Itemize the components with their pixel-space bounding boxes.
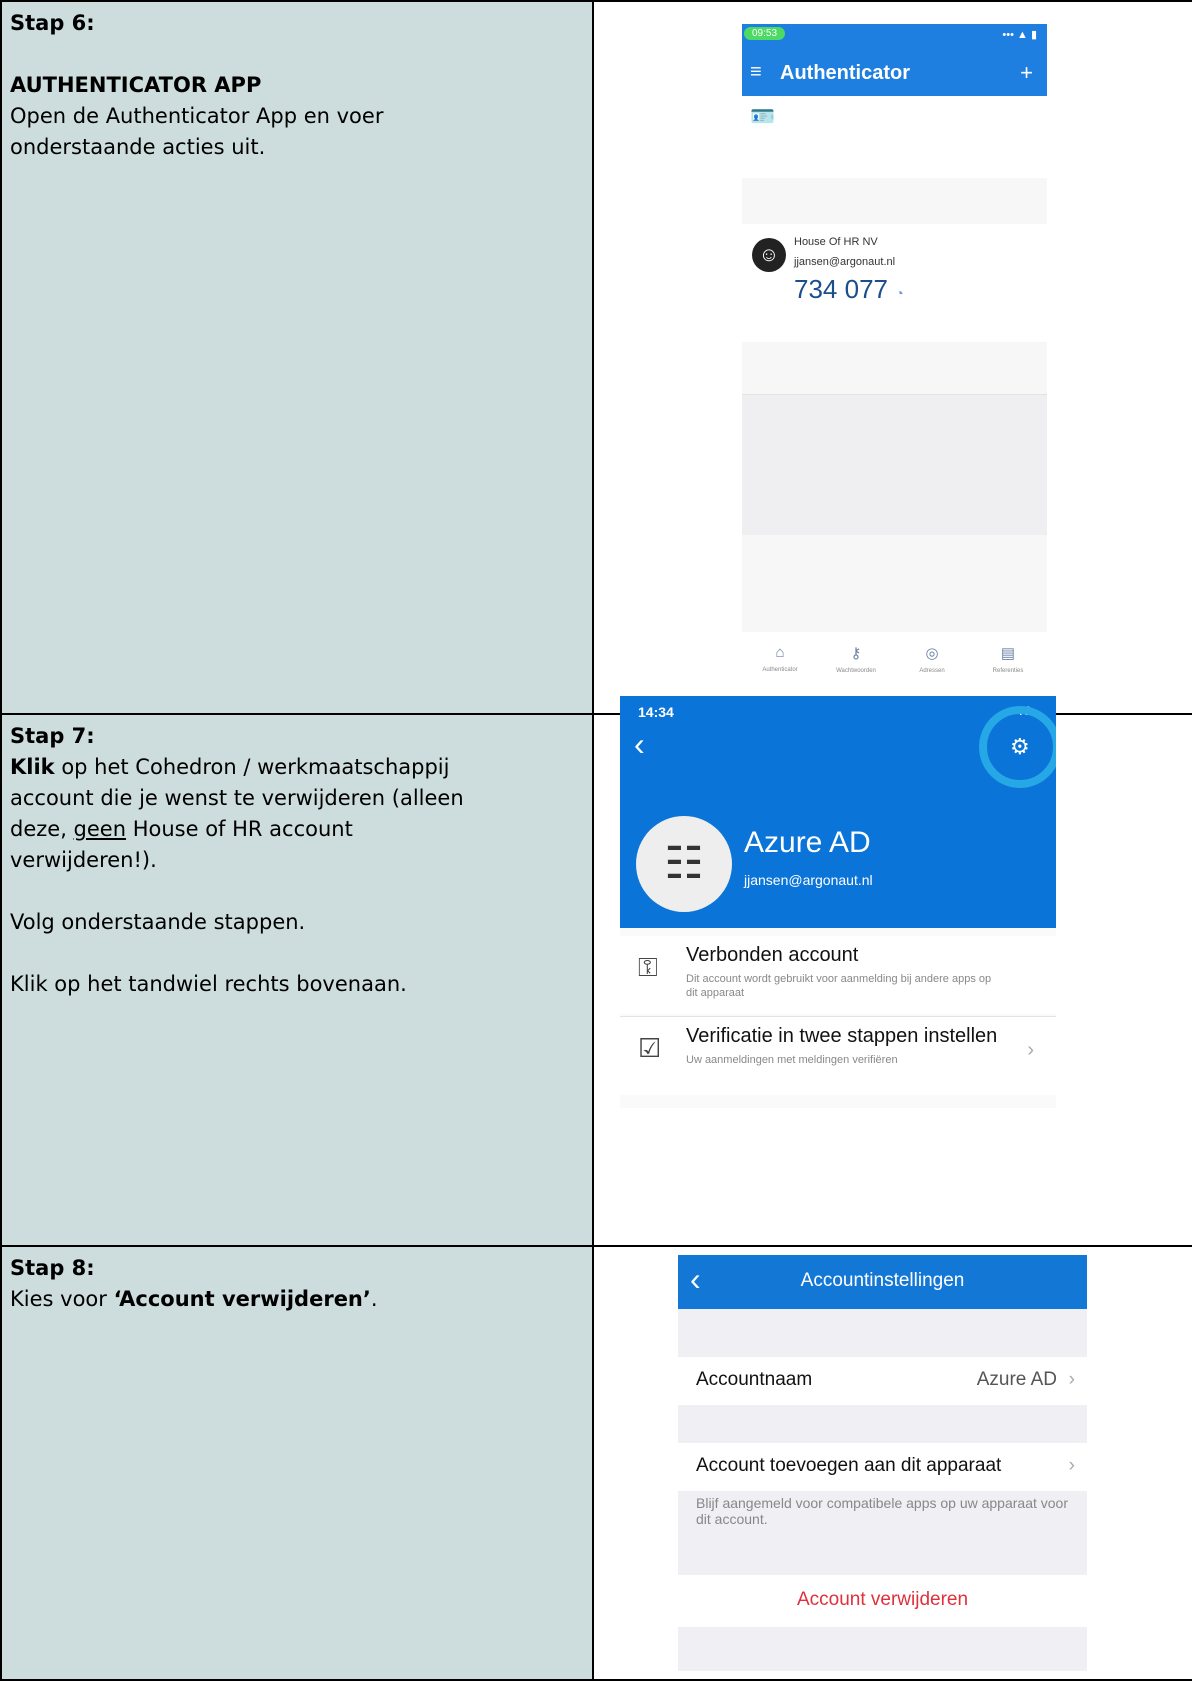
step6-text-cell: Stap 6: AUTHENTICATOR APP Open de Authen… [0,0,592,713]
step7-line3: deze, geen House of HR account [10,817,353,841]
item-subtitle: Dit account wordt gebruikt voor aanmeldi… [686,973,992,999]
delete-account-row[interactable]: Account verwijderen [678,1575,1087,1627]
tab-authenticator[interactable]: ⌂ Authenticator [742,644,818,673]
account-row-house-of-hr[interactable]: ☺ House Of HR NV jjansen@argonaut.nl 734… [742,224,1047,342]
step6-heading: AUTHENTICATOR APP [10,73,262,97]
step6-line2: onderstaande acties uit. [10,135,266,159]
step8-text-cell: Stap 8: Kies voor ‘Account verwijderen’. [0,1245,592,1681]
tab-credentials[interactable]: ▤ Referenties [970,644,1046,674]
status-icons: ••• ▲ ▮ [1002,29,1037,41]
account-row-blurred[interactable]: 🪪 [742,96,1047,178]
step6-image-cell: 09:53 ••• ▲ ▮ ≡ Authenticator + 🪪 ☺ Hous… [592,0,1192,713]
step6-label: Stap 6: [10,11,95,35]
step7-text-cell: Stap 7: Klik op het Cohedron / werkmaats… [0,713,592,1245]
tab-passwords[interactable]: ⚷ Wachtwoorden [818,644,894,674]
verify-icon: ☑ [638,1033,662,1063]
account-header: 14:34 4G ‹ ⚙ ☷ Azure AD jjansen@argonaut… [620,696,1056,928]
add-account-icon[interactable]: + [1020,60,1033,86]
account-settings-screenshot: ‹ Accountinstellingen Accountnaam Azure … [678,1255,1087,1671]
row-note: Blijf aangemeld voor compatibele apps op… [696,1495,1069,1527]
delete-account-button[interactable]: Account verwijderen [678,1589,1087,1611]
step7-line2: account die je wenst te verwijderen (all… [10,786,464,810]
step8-image-cell: ‹ Accountinstellingen Accountnaam Azure … [592,1245,1192,1681]
add-account-row[interactable]: Account toevoegen aan dit apparaat › [678,1443,1087,1491]
step7-image-cell: 14:34 4G ‹ ⚙ ☷ Azure AD jjansen@argonaut… [592,696,1192,1245]
row-label: Account toevoegen aan dit apparaat [696,1455,1002,1476]
account-avatar-icon: ☺ [752,238,786,272]
account-name-row[interactable]: Accountnaam Azure AD › [678,1357,1087,1405]
step8-line1: Kies voor ‘Account verwijderen’. [10,1287,378,1311]
two-step-item[interactable]: ☑ Verificatie in twee stappen instellen … [620,1016,1056,1095]
status-time: 14:34 [638,704,674,720]
settings-header: ‹ Accountinstellingen [678,1255,1087,1309]
timer-icon: ◔ [895,285,904,301]
account-email: jjansen@argonaut.nl [744,872,873,888]
hamburger-menu-icon[interactable]: ≡ [750,62,762,82]
chevron-right-icon: › [1068,1369,1075,1390]
empty-area [742,394,1047,535]
step6-line1: Open de Authenticator App en voer [10,104,384,128]
item-subtitle: Uw aanmeldingen met meldingen verifiëren [686,1054,898,1066]
chevron-right-icon: › [1027,1039,1034,1061]
id-badge-icon: ☷ [636,816,732,912]
app-title: Authenticator [780,62,910,84]
back-chevron-icon[interactable]: ‹ [634,726,645,763]
connected-account-item[interactable]: ⚿ Verbonden account Dit account wordt ge… [620,936,1056,1014]
item-title: Verificatie in twee stappen instellen [686,1025,998,1047]
settings-title: Accountinstellingen [800,1270,965,1291]
step8-label: Stap 8: [10,1256,95,1280]
row-label: Accountnaam [696,1369,813,1390]
chevron-right-icon: › [1068,1455,1075,1476]
authenticator-screenshot: 09:53 ••• ▲ ▮ ≡ Authenticator + 🪪 ☺ Hous… [742,24,1047,712]
tab-addresses[interactable]: ◎ Adressen [894,644,970,674]
id-badge-icon: 🪪 [750,106,775,128]
item-title: Verbonden account [686,944,859,966]
status-time: 09:53 [744,27,786,40]
gear-icon[interactable]: ⚙ [1010,734,1030,760]
otp-code: 734 077 ◔ [794,274,904,304]
account-name: House Of HR NV [794,236,878,248]
step7-line4: verwijderen!). [10,848,157,872]
step7-line1: Klik op het Cohedron / werkmaatschappij [10,755,450,779]
step7-label: Stap 7: [10,724,95,748]
step7-line6: Klik op het tandwiel rechts bovenaan. [10,972,407,996]
account-title: Azure AD [744,826,871,859]
row-value: Azure AD [976,1369,1057,1390]
azure-account-screenshot: 14:34 4G ‹ ⚙ ☷ Azure AD jjansen@argonaut… [620,696,1056,1108]
account-email: jjansen@argonaut.nl [794,256,896,268]
app-header: 09:53 ••• ▲ ▮ ≡ Authenticator + [742,24,1047,96]
step7-line5: Volg onderstaande stappen. [10,910,306,934]
keys-icon: ⚿ [638,952,658,982]
